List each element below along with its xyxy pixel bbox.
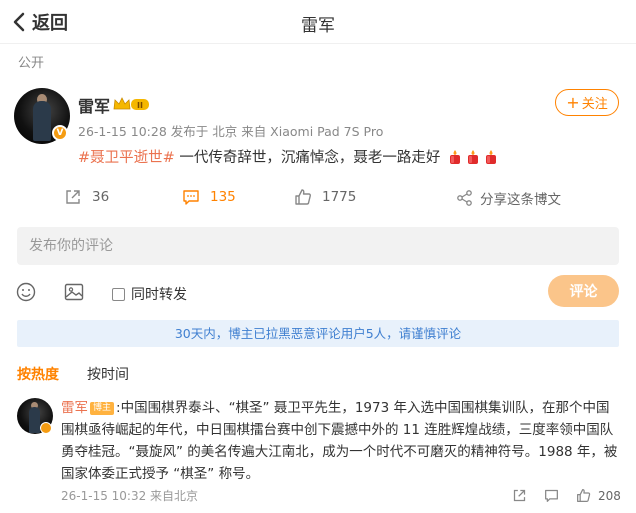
- checkbox-icon: [112, 287, 125, 301]
- comment-icon: [183, 190, 199, 205]
- comment-text-block: 雷军 博主:中国围棋界泰斗、“棋圣” 聂卫平先生，1973 年入选中国围棋集训队，…: [61, 397, 621, 485]
- like-icon: [577, 489, 591, 502]
- visibility-label: 公开: [18, 56, 45, 71]
- post-meta: 26-1-15 10:28 发布于 北京 来自 Xiaomi Pad 7S Pr…: [78, 124, 384, 139]
- candle-icon: [468, 150, 479, 164]
- comment-icon: [545, 489, 558, 502]
- page-title: 雷军: [301, 16, 335, 36]
- like-count: 1775: [322, 189, 357, 205]
- candle-icon: [450, 150, 461, 164]
- svg-text:II: II: [137, 101, 143, 110]
- share-button[interactable]: 分享这条博文: [456, 188, 561, 208]
- tab-time[interactable]: 按时间: [87, 367, 129, 383]
- emoji-icon[interactable]: [15, 281, 37, 303]
- repost-checkbox-label: 同时转发: [131, 287, 187, 303]
- repost-icon: [66, 190, 80, 204]
- comment-like-count: 208: [598, 489, 621, 503]
- avatar-figure: [29, 407, 40, 433]
- plus-icon: +: [566, 92, 580, 112]
- repost-count: 36: [92, 189, 110, 205]
- share-icon: [457, 190, 472, 206]
- like-button[interactable]: 1775: [294, 188, 356, 206]
- candle-icon: [486, 150, 497, 164]
- share-label: 分享这条博文: [480, 192, 561, 208]
- post-content: #聂卫平逝世# 一代传奇辞世，沉痛悼念，聂老一路走好: [78, 146, 499, 167]
- repost-checkbox[interactable]: 同时转发: [112, 284, 187, 304]
- composer-tools: 同时转发: [0, 280, 636, 304]
- image-icon[interactable]: [63, 281, 85, 303]
- tab-hot[interactable]: 按热度: [17, 367, 59, 383]
- comment-notice: 30天内，博主已拉黑恶意评论用户5人，请谨慎评论: [17, 320, 619, 347]
- verified-badge-icon: [40, 422, 52, 434]
- repost-icon: [513, 489, 526, 502]
- comment-author[interactable]: 雷军: [61, 400, 88, 416]
- sort-tabs: 按热度 按时间: [17, 364, 157, 384]
- post-actions: 36 135 1775 分享这条博文: [0, 188, 636, 208]
- comment-text: :中国围棋界泰斗、“棋圣” 聂卫平先生，1973 年入选中国围棋集训队，在那个中…: [61, 400, 618, 482]
- author-name[interactable]: 雷军: [78, 93, 110, 117]
- repost-button[interactable]: 36: [64, 188, 109, 206]
- comment-meta: 26-1-15 10:32 来自北京: [61, 489, 199, 503]
- submit-comment-button[interactable]: 评论: [548, 275, 619, 307]
- like-icon: [295, 189, 311, 205]
- comment-button[interactable]: 135: [182, 188, 236, 206]
- vip-crown-icon: II: [113, 97, 149, 110]
- author-badge: 博主: [90, 402, 115, 415]
- follow-button[interactable]: + 关注: [555, 89, 619, 116]
- comment-count: 135: [210, 189, 236, 205]
- top-bar: 返回 雷军: [0, 0, 636, 44]
- comment-input[interactable]: 发布你的评论: [17, 227, 619, 265]
- avatar-figure: [33, 101, 51, 141]
- follow-label: 关注: [581, 97, 608, 112]
- post-text: 一代传奇辞世，沉痛悼念，聂老一路走好: [174, 150, 441, 166]
- verified-badge-icon: V: [52, 125, 68, 141]
- hashtag-link[interactable]: #聂卫平逝世#: [78, 150, 175, 166]
